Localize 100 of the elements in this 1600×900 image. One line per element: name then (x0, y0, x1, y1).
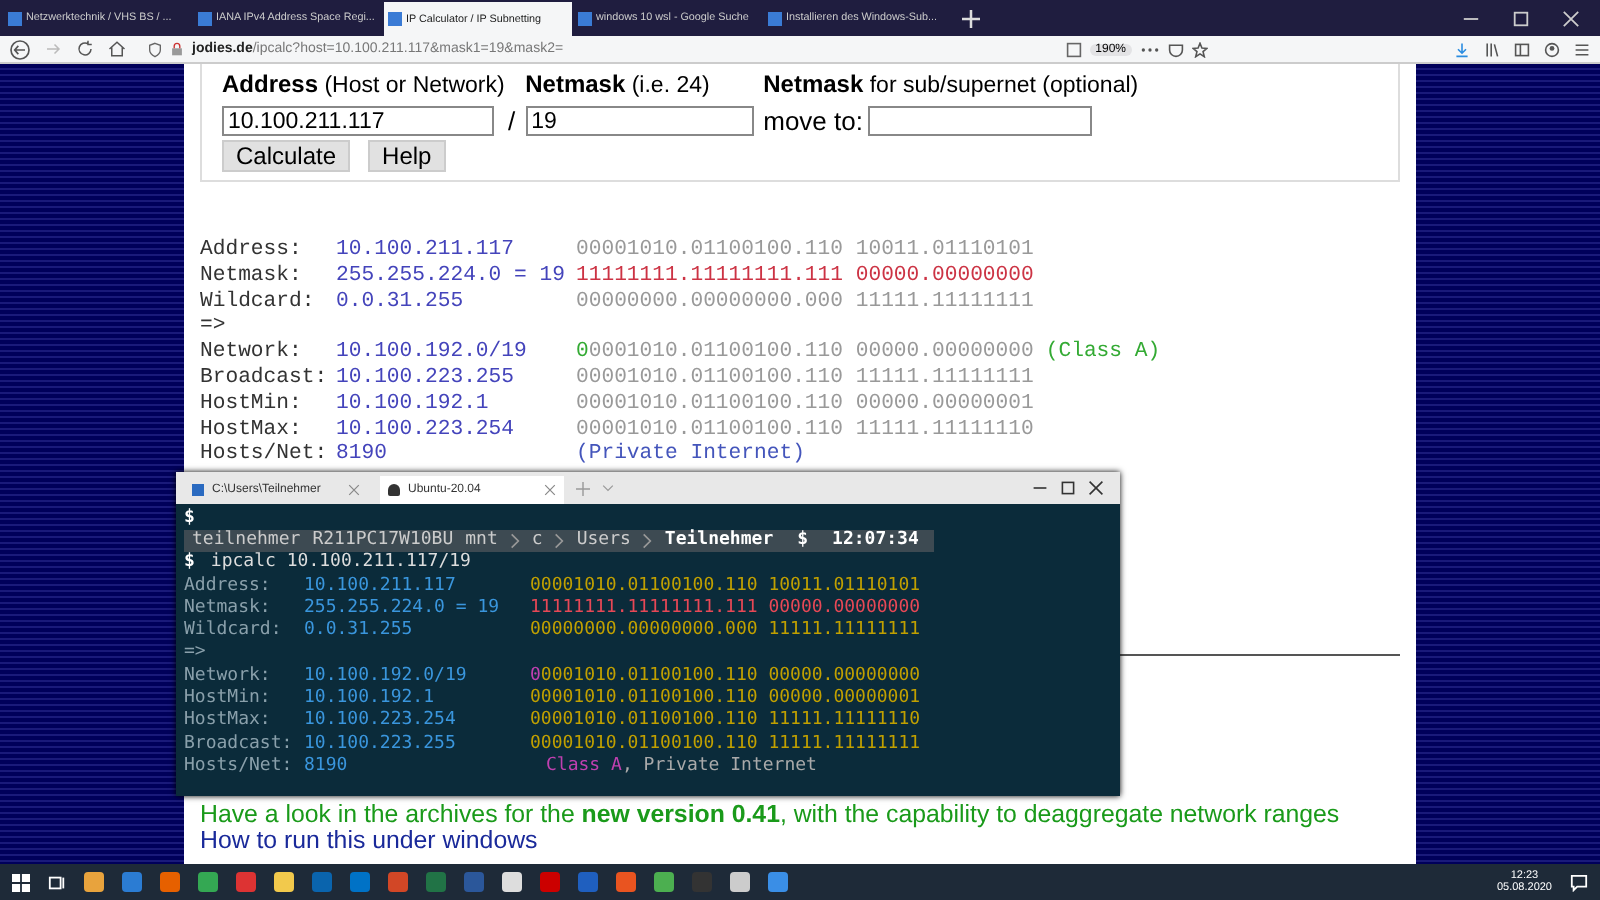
result-label: Netmask: (200, 263, 304, 290)
terminal-label: Wildcard: (184, 620, 284, 643)
prompt-path-text: R211PC17W10BU (312, 530, 454, 552)
terminal-value: 10.100.211.117 (304, 575, 458, 598)
sub-netmask-heading: Netmask for sub/supernet (optional) (763, 70, 1139, 102)
terminal-binary: 00001010.01100100.110 10011.01110101 (530, 575, 921, 598)
sidebar-icon[interactable] (1514, 41, 1530, 57)
result-value: 10.100.211.117 (336, 238, 517, 264)
prompt-time: 12:07:34 (832, 530, 919, 553)
result-value: 10.100.192.1 (336, 391, 491, 418)
result-binary: 00001010.01100100.110 00000.00000001 (576, 391, 1034, 418)
terminal-label: Address: (184, 575, 273, 598)
result-value: 10.100.192.0/19 (336, 340, 529, 366)
tab-app-icon (388, 484, 400, 496)
shield-icon (148, 41, 162, 57)
terminal-label: Hosts/Net: (184, 755, 295, 779)
terminal-binary: 00001010.01100100.110 11111.11111111 (530, 733, 921, 756)
favicon-icon (8, 11, 22, 25)
terminal-value: 10.100.223.254 (304, 710, 458, 734)
terminal-label: => (184, 642, 208, 666)
result-label: Hosts/Net: (200, 442, 330, 469)
library-icon[interactable] (1484, 41, 1500, 57)
terminal-label: HostMin: (184, 688, 273, 711)
favicon-icon (578, 11, 592, 25)
terminal-value: 10.100.223.255 (304, 733, 458, 756)
result-binary: 00001010.01100100.110 11111.11111111 (576, 365, 1034, 392)
terminal-label: HostMax: (184, 710, 273, 734)
more-icon[interactable] (1140, 45, 1160, 53)
result-value: 8190 (336, 442, 389, 469)
terminal-binary: 00001010.01100100.110 00000.00000000 (530, 665, 921, 688)
form-button[interactable]: Help (368, 140, 446, 172)
archive-notice: Have a look in the archives for the new version 0.41, with the capability to deaggregate network ranges (200, 802, 1342, 828)
home-icon[interactable] (108, 40, 126, 58)
windows-link[interactable]: How to run this under windows (200, 828, 538, 854)
back-icon[interactable] (10, 39, 30, 59)
result-binary: 00001010.01100100.110 10011.01110101 (576, 238, 1034, 264)
reload-icon[interactable] (76, 40, 94, 58)
terminal-binary: 00000000.00000000.000 11111.11111111 (530, 620, 921, 643)
reader-view-icon[interactable] (1065, 41, 1082, 57)
menu-icon[interactable] (1574, 41, 1590, 57)
result-binary: 11111111.11111111.111 00000.00000000 (576, 263, 1034, 290)
terminal-note: Class A, Private Internet (544, 755, 817, 779)
terminal-label: Network: (184, 665, 273, 688)
terminal-value: 10.100.192.0/19 (304, 665, 469, 688)
result-label: => (200, 314, 228, 340)
chevron-icon (554, 532, 565, 551)
tab-app-icon (192, 484, 204, 496)
favicon-icon (388, 12, 402, 26)
maximize-icon[interactable] (1060, 480, 1076, 496)
lock-icon (170, 42, 184, 56)
terminal-binary: 11111111.11111111.111 00000.00000000 (530, 597, 921, 620)
prompt-symbol: $ (795, 530, 811, 553)
prompt-symbol: $ (184, 552, 195, 576)
result-binary: (Private Internet) (576, 442, 805, 469)
star-icon[interactable] (1192, 41, 1208, 57)
result-label: Wildcard: (200, 289, 317, 315)
terminal-value: 10.100.192.1 (304, 688, 437, 710)
task-view-icon[interactable] (48, 873, 66, 891)
result-value: 10.100.223.255 (336, 365, 517, 392)
result-label: HostMax: (200, 417, 304, 442)
class-note: (Class A) (1043, 340, 1161, 366)
result-label: HostMin: (200, 391, 304, 418)
address-heading: Address (Host or Network) (222, 70, 507, 102)
form-button[interactable]: Calculate (222, 140, 351, 172)
download-icon[interactable] (1454, 41, 1470, 57)
prompt-path-text: c (531, 530, 543, 553)
windows-start-icon[interactable] (12, 873, 30, 891)
result-label: Broadcast: (200, 365, 330, 392)
terminal-binary: 00001010.01100100.110 11111.11111110 (530, 710, 921, 734)
address-input[interactable]: 10.100.211.117 (222, 106, 494, 136)
result-value: 255.255.224.0 = 19 (336, 263, 567, 290)
slash-separator: / (506, 106, 516, 136)
netmask-input[interactable]: 19 (525, 106, 754, 136)
terminal-label: Broadcast: (184, 733, 295, 756)
result-value: 0.0.31.255 (336, 289, 466, 315)
prompt-path-text: mnt (465, 530, 498, 552)
move-to-input[interactable] (868, 106, 1093, 136)
pocket-icon[interactable] (1168, 41, 1184, 57)
terminal-value: 8190 (304, 755, 350, 779)
result-label: Address: (200, 238, 304, 264)
favicon-icon (768, 11, 782, 25)
prompt-symbol: $ (184, 508, 195, 530)
terminal-value: 255.255.224.0 = 19 (304, 597, 502, 620)
notification-icon[interactable] (1570, 873, 1588, 891)
prompt-path-text: Users (576, 530, 631, 553)
result-label: Network: (200, 340, 304, 366)
terminal-binary: 00001010.01100100.110 00000.00000001 (530, 688, 921, 710)
result-binary: 00000000.00000000.000 11111.11111111 (576, 289, 1034, 315)
result-value: 10.100.223.254 (336, 417, 517, 443)
terminal-value: 0.0.31.255 (304, 620, 415, 643)
result-binary: 00001010.01100100.110 11111.11111110 (576, 417, 1034, 442)
close-icon[interactable] (1088, 480, 1104, 496)
account-icon[interactable] (1544, 41, 1560, 57)
prompt-path-text: teilnehmer (192, 530, 301, 552)
prompt-path-text: Teilnehmer (664, 530, 774, 553)
result-binary: 00001010.01100100.110 00000.00000000 (576, 340, 1034, 366)
move-to-label: move to: (763, 106, 863, 136)
chevron-icon (642, 532, 653, 551)
netmask-heading: Netmask (i.e. 24) (525, 70, 712, 102)
favicon-icon (198, 11, 212, 25)
